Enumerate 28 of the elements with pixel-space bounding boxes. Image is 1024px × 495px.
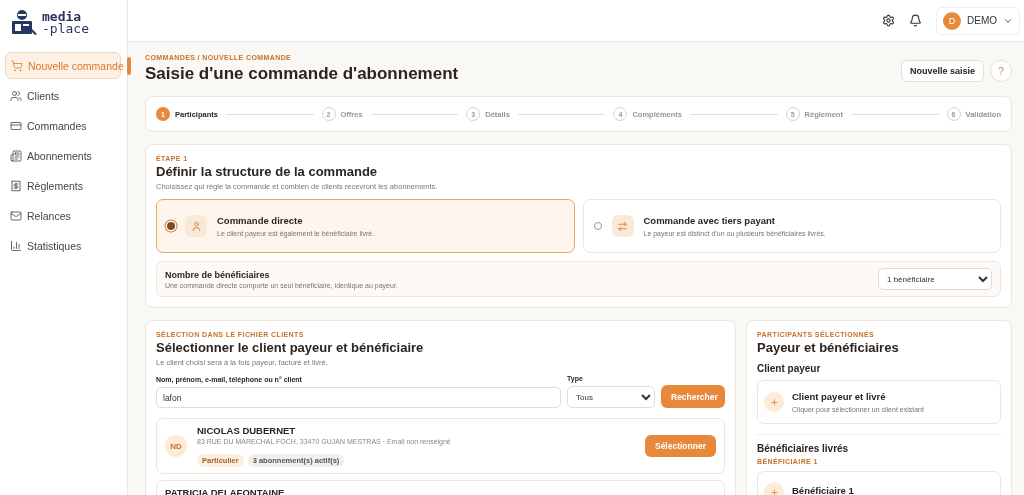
slot-title: Bénéficiaire 1 xyxy=(792,484,854,495)
nav-item[interactable]: Statistiques xyxy=(5,232,121,259)
page-title: Saisie d'une commande d'abonnement xyxy=(145,64,459,84)
nav-item[interactable]: Clients xyxy=(5,82,121,109)
nav-item[interactable]: Relances xyxy=(5,202,121,229)
nav-item[interactable]: Commandes xyxy=(5,112,121,139)
option-title: Commande avec tiers payant xyxy=(643,215,776,226)
section-title: Sélectionner le client payeur et bénéficiaire xyxy=(156,340,425,355)
new-entry-button[interactable]: Nouvelle saisie xyxy=(900,60,984,82)
nav-item[interactable]: Règlements xyxy=(5,172,121,199)
client-initials: ND xyxy=(165,435,187,457)
beneficiary-slot[interactable]: Bénéficiaire 1 xyxy=(757,471,1001,495)
user-menu[interactable]: D DEMO xyxy=(936,6,1020,35)
subsection-title: Client payeur xyxy=(757,363,822,374)
field-label: Nombre de bénéficiaires xyxy=(165,269,271,280)
subsection-title: Bénéficiaires livrés xyxy=(757,443,850,454)
section-title: Définir la structure de la commande xyxy=(156,164,379,179)
user-avatar: D xyxy=(943,11,961,30)
nav-item[interactable]: Abonnements xyxy=(5,142,121,169)
brand-name: media xyxy=(42,11,82,23)
brand-name: -place xyxy=(42,23,89,35)
beneficiaries-select[interactable]: 1 bénéficiaire xyxy=(878,268,992,290)
client-name: NICOLAS DUBERNET xyxy=(197,425,297,436)
slot-title: Client payeur et livré xyxy=(792,391,887,402)
type-select[interactable]: Tous xyxy=(567,386,655,408)
search-field[interactable]: lafon xyxy=(156,387,561,408)
option-title: Commande directe xyxy=(217,215,304,226)
section-title: Payeur et bénéficiaires xyxy=(757,340,900,355)
